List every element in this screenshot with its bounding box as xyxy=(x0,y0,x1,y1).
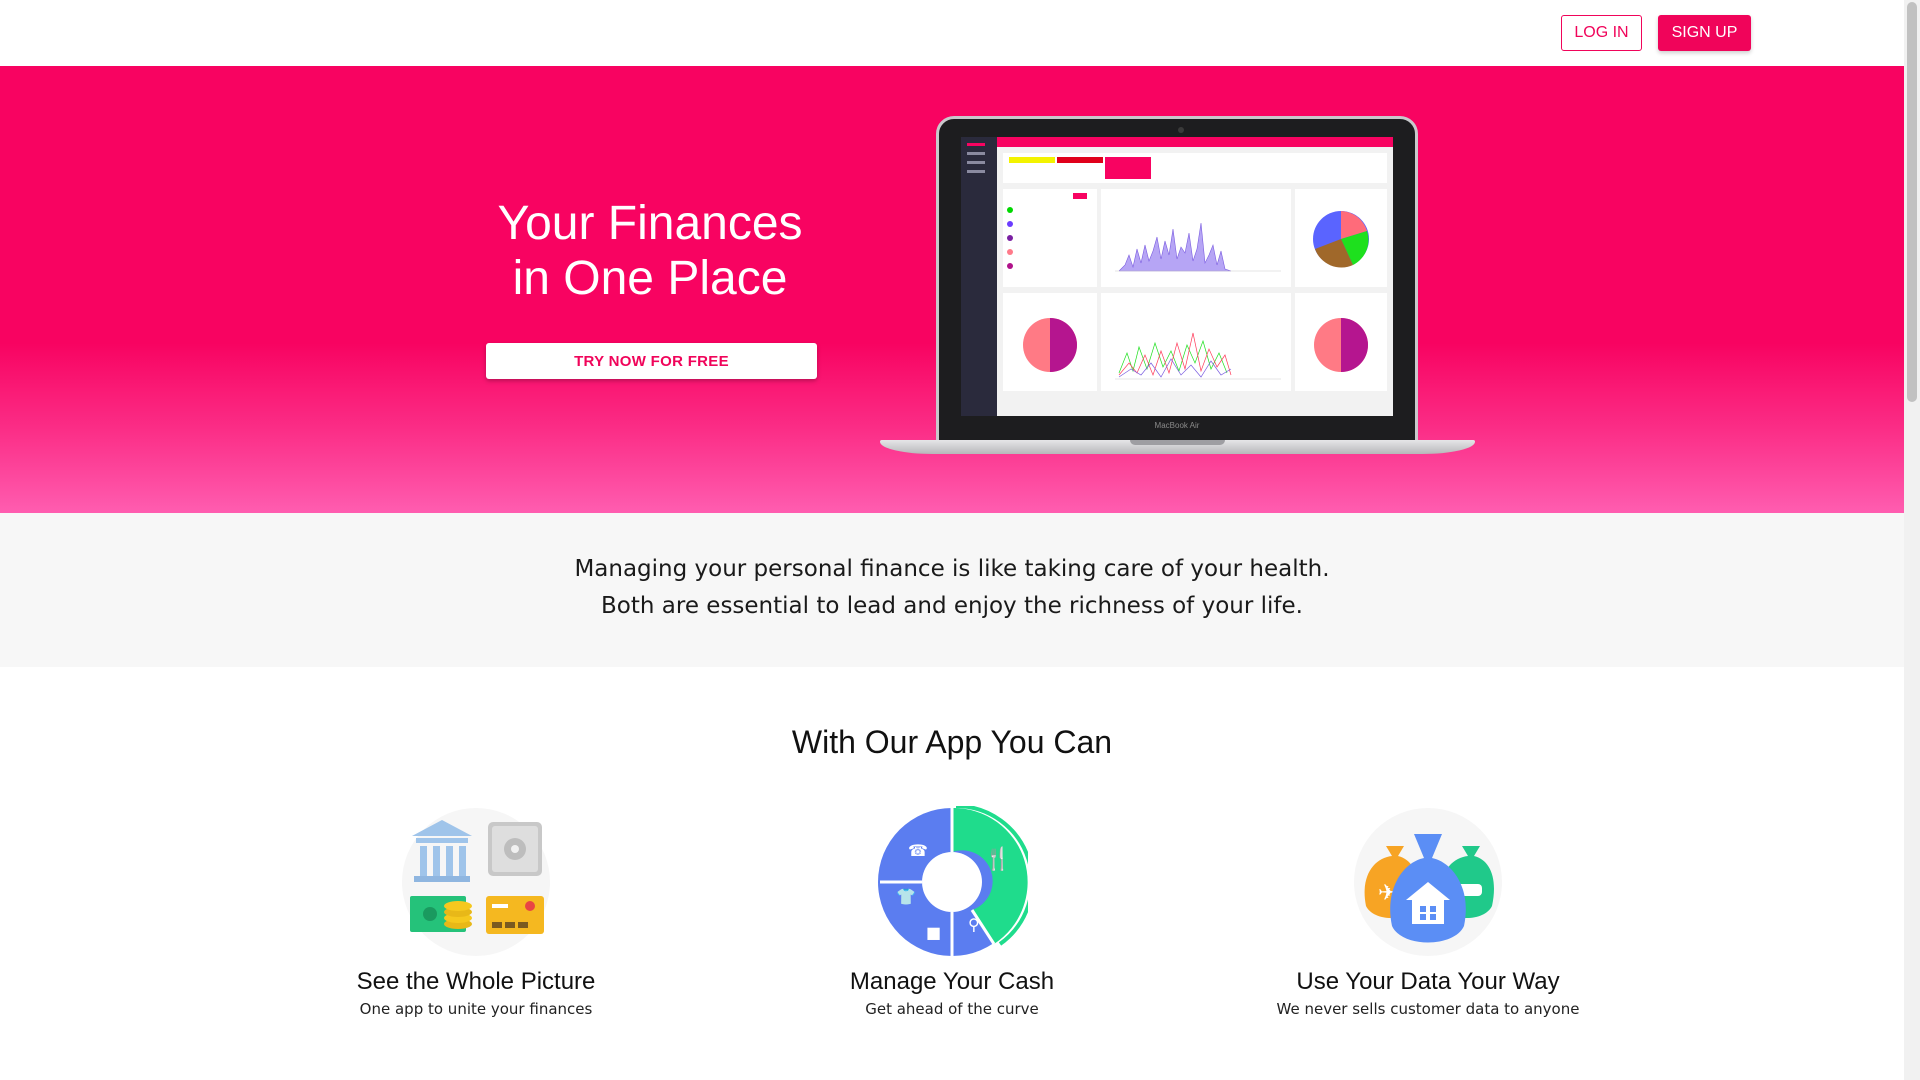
login-button[interactable]: LOG IN xyxy=(1561,15,1642,51)
hero-title-line-2: in One Place xyxy=(512,252,788,305)
dashboard-sidebar xyxy=(961,137,997,416)
spending-by-category-panel xyxy=(1101,293,1291,391)
svg-text:■: ■ xyxy=(926,923,941,942)
feature-data-your-way: ✈ Use Your Data Your Way We never sells … xyxy=(1238,806,1618,1018)
quote-section: Managing your personal finance is like t… xyxy=(0,513,1904,667)
bank-safe-cash-card-icon xyxy=(400,806,552,958)
dashboard-topbar xyxy=(997,137,1393,147)
spending-pie-panel xyxy=(1295,189,1387,287)
svg-text:🍴: 🍴 xyxy=(984,846,1011,872)
feature-title: See the Whole Picture xyxy=(356,968,596,995)
feature-title: Use Your Data Your Way xyxy=(1296,968,1560,995)
hero-title: Your Finances in One Place xyxy=(430,196,870,306)
feature-title: Manage Your Cash xyxy=(849,968,1055,995)
signup-button[interactable]: SIGN UP xyxy=(1658,15,1751,51)
quote-line-1: Managing your personal finance is like t… xyxy=(574,556,1330,582)
scrollbar-thumb[interactable] xyxy=(1907,2,1917,402)
laptop-lid: MacBook Air xyxy=(936,116,1418,443)
last-month-panel xyxy=(1003,189,1097,287)
money-bags-icon: ✈ xyxy=(1352,806,1504,958)
try-now-button[interactable]: TRY NOW FOR FREE xyxy=(486,343,817,379)
laptop-brand-label: MacBook Air xyxy=(1154,421,1200,430)
page-scrollbar[interactable] xyxy=(1904,0,1920,1080)
camera-dot xyxy=(1178,127,1184,133)
laptop-mockup: MacBook Air xyxy=(880,116,1475,460)
svg-text:👕: 👕 xyxy=(896,887,916,906)
feature-subtitle: One app to unite your finances xyxy=(359,1000,593,1018)
quote-line-2: Both are essential to lead and enjoy the… xyxy=(601,593,1303,619)
feature-subtitle: We never sells customer data to anyone xyxy=(1276,1000,1580,1018)
hero-title-line-1: Your Finances xyxy=(497,197,803,250)
spending-donut-icon: 🍴 ☎ 👕 ■ ⚲ xyxy=(876,804,1035,958)
income-pie-panel-2 xyxy=(1295,293,1387,391)
feature-whole-picture: See the Whole Picture One app to unite y… xyxy=(286,806,666,1018)
laptop-notch xyxy=(1130,440,1225,445)
feature-subtitle: Get ahead of the curve xyxy=(865,1000,1039,1018)
hero-section: Your Finances in One Place TRY NOW FOR F… xyxy=(0,66,1904,513)
svg-text:⚲: ⚲ xyxy=(968,915,980,934)
income-pie-panel xyxy=(1003,293,1097,391)
feature-manage-cash: 🍴 ☎ 👕 ■ ⚲ Manage Your Cash Get ahead of … xyxy=(762,804,1142,1018)
top-navigation: LOG IN SIGN UP xyxy=(0,0,1904,66)
dashboard-balance-cards xyxy=(1003,153,1387,183)
spending-flow-panel xyxy=(1101,189,1291,287)
svg-text:☎: ☎ xyxy=(908,841,928,860)
dashboard-screenshot xyxy=(961,137,1393,416)
features-title: With Our App You Can xyxy=(791,724,1113,760)
